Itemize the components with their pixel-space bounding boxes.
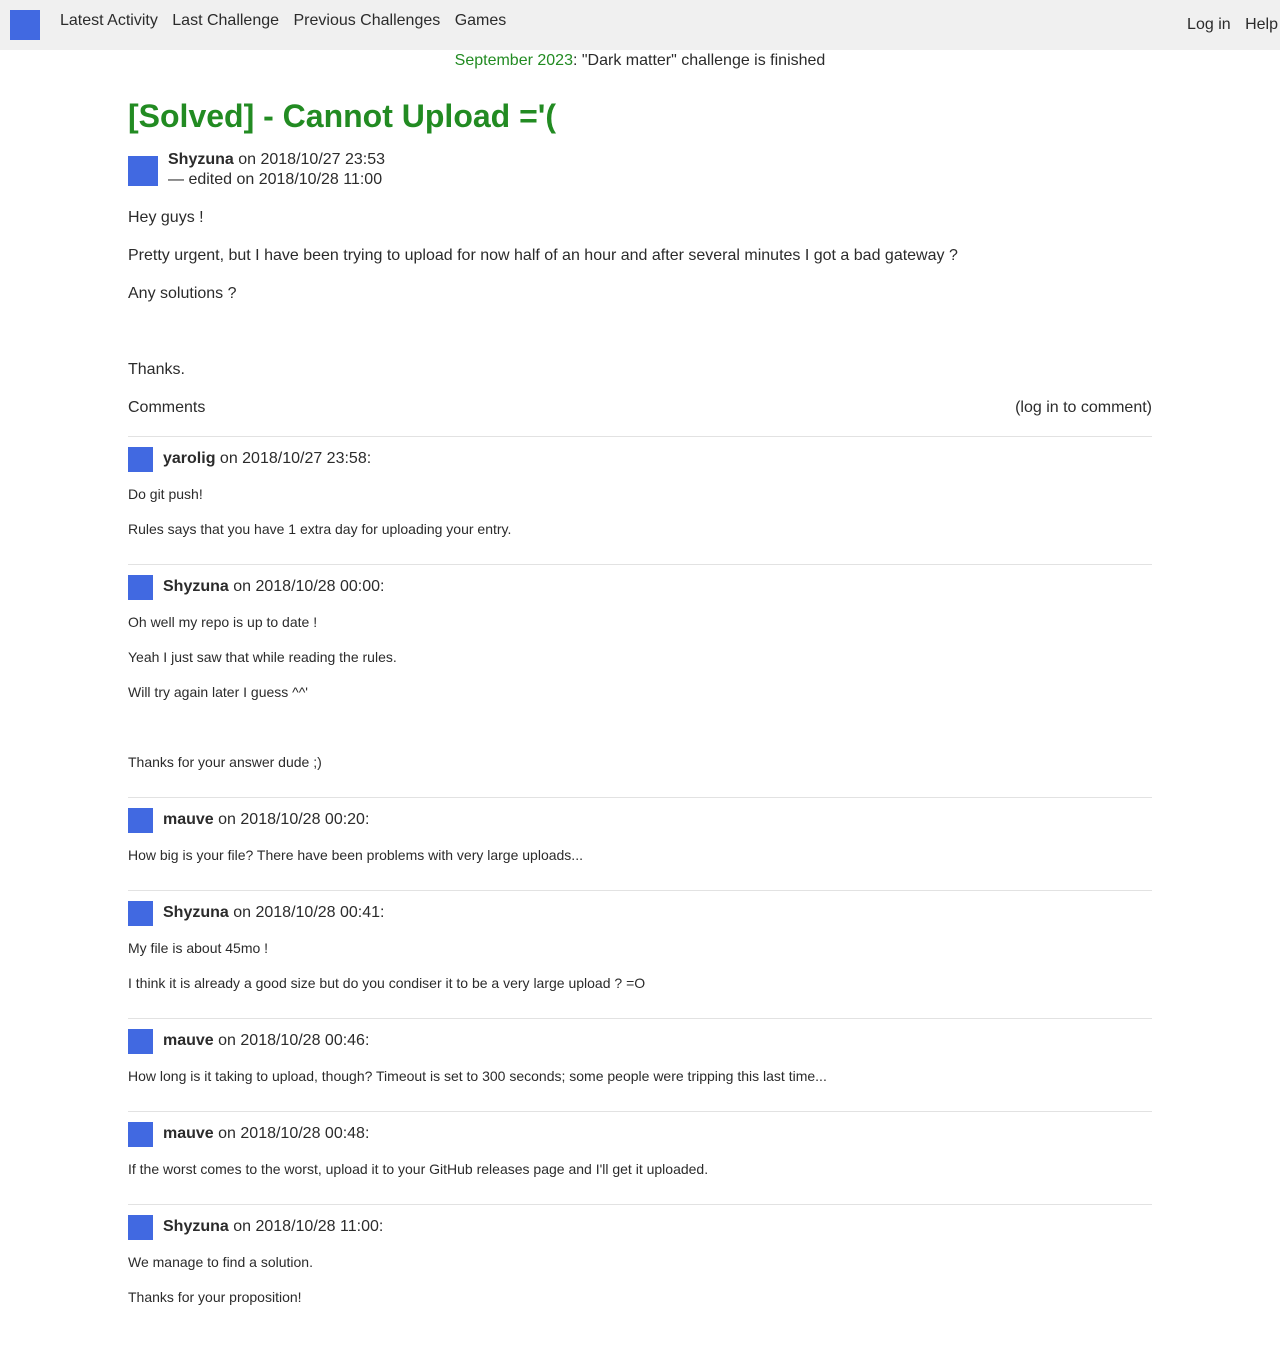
comment-paragraph — [128, 719, 1152, 736]
avatar — [128, 447, 153, 472]
post-date: on 2018/10/27 23:53 — [233, 151, 386, 168]
comment-paragraph: Will try again later I guess ^^' — [128, 684, 308, 700]
comment: Shyzuna on 2018/10/28 11:00: We manage t… — [128, 1204, 1152, 1332]
comment-paragraph: How big is your file? There have been pr… — [128, 847, 583, 863]
comment-date: on 2018/10/28 00:00: — [228, 578, 385, 595]
comment-date: on 2018/10/28 00:41: — [228, 904, 385, 921]
comment-date: on 2018/10/28 00:20: — [213, 811, 370, 828]
comment: mauve on 2018/10/28 00:46: How long is i… — [128, 1018, 1152, 1111]
avatar — [128, 575, 153, 600]
comment-author[interactable]: Shyzuna — [163, 1218, 229, 1235]
avatar — [128, 901, 153, 926]
account-nav: Log in Help — [1177, 16, 1278, 34]
comment-body: Oh well my repo is up to date ! Yeah I j… — [128, 614, 1152, 771]
post-meta: Shyzuna on 2018/10/27 23:53 — edited on … — [128, 150, 1152, 190]
announcement-date[interactable]: September 2023 — [455, 52, 573, 69]
comment-body: We manage to find a solution. Thanks for… — [128, 1254, 1152, 1306]
comment-body: Do git push! Rules says that you have 1 … — [128, 486, 1152, 538]
comment-author[interactable]: Shyzuna — [163, 578, 229, 595]
comment-paragraph: Thanks for your proposition! — [128, 1289, 302, 1305]
comment-paragraph: How long is it taking to upload, though?… — [128, 1068, 827, 1084]
announcement-banner: September 2023: "Dark matter" challenge … — [0, 52, 1280, 70]
comment: yarolig on 2018/10/27 23:58: Do git push… — [128, 436, 1152, 564]
login-to-comment-link[interactable]: (log in to comment) — [1015, 399, 1152, 416]
avatar — [128, 1029, 153, 1054]
comment-header: mauve on 2018/10/28 00:20: — [128, 808, 1152, 833]
comment-header: Shyzuna on 2018/10/28 11:00: — [128, 1215, 1152, 1240]
avatar — [128, 808, 153, 833]
top-navigation-bar: Latest Activity Last Challenge Previous … — [0, 0, 1280, 50]
comment: mauve on 2018/10/28 00:20: How big is yo… — [128, 797, 1152, 890]
post-paragraph: Hey guys ! — [128, 209, 204, 226]
avatar — [128, 1122, 153, 1147]
avatar — [128, 156, 158, 186]
comment-paragraph: If the worst comes to the worst, upload … — [128, 1161, 709, 1177]
avatar — [128, 1215, 153, 1240]
comment: Shyzuna on 2018/10/28 00:00: Oh well my … — [128, 564, 1152, 797]
comment-header: yarolig on 2018/10/27 23:58: — [128, 447, 1152, 472]
nav-last-challenge[interactable]: Last Challenge — [172, 12, 279, 29]
comment-header: Shyzuna on 2018/10/28 00:00: — [128, 575, 1152, 600]
comment-author[interactable]: mauve — [163, 811, 214, 828]
comment-date: on 2018/10/27 23:58: — [215, 450, 372, 467]
post-paragraph: Any solutions ? — [128, 285, 237, 302]
comment-author[interactable]: mauve — [163, 1032, 214, 1049]
comment-paragraph: I think it is already a good size but do… — [128, 975, 646, 991]
nav-games[interactable]: Games — [455, 12, 507, 29]
comments-login-prompt: (log in to comment) — [1015, 398, 1152, 418]
comment-header: mauve on 2018/10/28 00:46: — [128, 1029, 1152, 1054]
comments-label: Comments — [128, 399, 206, 416]
comment-date: on 2018/10/28 00:48: — [213, 1125, 370, 1142]
comment-body: If the worst comes to the worst, upload … — [128, 1161, 1152, 1178]
comment: mauve on 2018/10/28 00:48: If the worst … — [128, 1111, 1152, 1204]
main-nav: Latest Activity Last Challenge Previous … — [60, 12, 516, 30]
comments-header: Comments (log in to comment) — [128, 398, 1152, 418]
comment: Shyzuna on 2018/10/28 00:41: My file is … — [128, 890, 1152, 1018]
post-paragraph — [128, 322, 1152, 342]
comment-header: Shyzuna on 2018/10/28 00:41: — [128, 901, 1152, 926]
login-link[interactable]: Log in — [1187, 16, 1231, 33]
comment-paragraph: Rules says that you have 1 extra day for… — [128, 521, 512, 537]
comment-header: mauve on 2018/10/28 00:48: — [128, 1122, 1152, 1147]
comment-paragraph: We manage to find a solution. — [128, 1254, 313, 1270]
announcement-text: : "Dark matter" challenge is finished — [572, 52, 826, 69]
comment-list: yarolig on 2018/10/27 23:58: Do git push… — [128, 436, 1152, 1332]
comment-paragraph: My file is about 45mo ! — [128, 940, 269, 956]
site-logo[interactable] — [10, 10, 40, 40]
post-author[interactable]: Shyzuna — [168, 151, 234, 168]
nav-previous-challenges[interactable]: Previous Challenges — [293, 12, 440, 29]
main-content: [Solved] - Cannot Upload ='( Shyzuna on … — [128, 96, 1152, 1332]
comment-body: My file is about 45mo ! I think it is al… — [128, 940, 1152, 992]
post-body: Hey guys ! Pretty urgent, but I have bee… — [128, 208, 1152, 380]
post-edited: — edited on 2018/10/28 11:00 — [168, 171, 383, 188]
comment-paragraph: Do git push! — [128, 486, 203, 502]
comment-author[interactable]: Shyzuna — [163, 904, 229, 921]
post-paragraph: Thanks. — [128, 361, 185, 378]
comment-author[interactable]: yarolig — [163, 450, 215, 467]
post-meta-text: Shyzuna on 2018/10/27 23:53 — edited on … — [168, 150, 385, 190]
comment-paragraph: Yeah I just saw that while reading the r… — [128, 649, 397, 665]
comment-body: How big is your file? There have been pr… — [128, 847, 1152, 864]
help-link[interactable]: Help — [1245, 16, 1278, 33]
page-title: [Solved] - Cannot Upload ='( — [128, 98, 557, 134]
post-paragraph: Pretty urgent, but I have been trying to… — [128, 247, 958, 264]
comment-date: on 2018/10/28 00:46: — [213, 1032, 370, 1049]
comment-author[interactable]: mauve — [163, 1125, 214, 1142]
comment-paragraph: Thanks for your answer dude ;) — [128, 754, 322, 770]
nav-latest-activity[interactable]: Latest Activity — [60, 12, 158, 29]
comment-paragraph: Oh well my repo is up to date ! — [128, 614, 318, 630]
comment-body: How long is it taking to upload, though?… — [128, 1068, 1152, 1085]
comment-date: on 2018/10/28 11:00: — [228, 1218, 384, 1235]
